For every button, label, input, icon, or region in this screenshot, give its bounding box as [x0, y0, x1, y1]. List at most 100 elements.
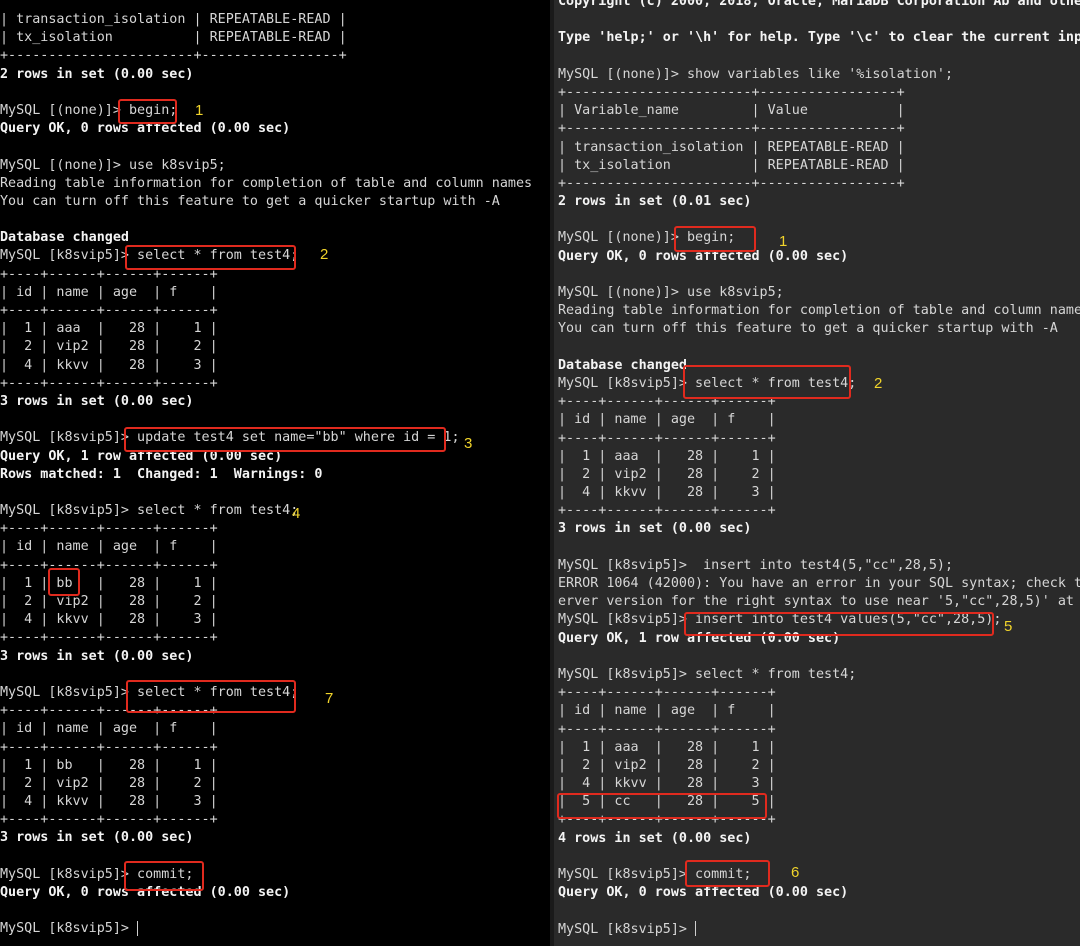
- left-terminal-line: | 2 | vip2 | 28 | 2 |: [0, 594, 218, 609]
- left-terminal-line: 3 rows in set (0.00 sec): [0, 830, 194, 846]
- highlight-commit-right: [685, 860, 770, 887]
- left-terminal-line: +-----------------------+---------------…: [0, 48, 347, 64]
- right-terminal-line: | 4 | kkvv | 28 | 3 |: [558, 776, 776, 792]
- step-label-4-left: 4: [292, 505, 301, 522]
- left-terminal-line: | 4 | kkvv | 28 | 3 |: [0, 794, 218, 810]
- right-terminal-line: 4 rows in set (0.00 sec): [558, 830, 752, 846]
- right-terminal-line: [558, 848, 1080, 866]
- right-terminal-line: MySQL [(none)]> begin;: [558, 230, 736, 246]
- right-terminal-line: [558, 539, 1080, 557]
- text-cursor: [137, 920, 139, 936]
- left-terminal-line: [0, 848, 532, 866]
- left-terminal-pane[interactable]: | transaction_isolation | REPEATABLE-REA…: [0, 0, 550, 946]
- right-terminal-line: 3 rows in set (0.00 sec): [558, 521, 752, 537]
- left-terminal-line: | id | name | age | f |: [0, 284, 218, 300]
- right-terminal-line: Type 'help;' or '\h' for help. Type '\c'…: [558, 30, 1080, 46]
- highlight-select-7-left: [126, 680, 296, 713]
- left-terminal-line: +----+------+------+------+: [0, 303, 218, 318]
- step-label-6-right: 6: [791, 864, 800, 881]
- right-terminal-line: You can turn off this feature to get a q…: [558, 321, 1058, 337]
- right-terminal-line: [558, 266, 1080, 284]
- right-terminal-line: | tx_isolation | REPEATABLE-READ |: [558, 157, 905, 173]
- highlight-update-left: [124, 427, 446, 452]
- right-terminal-line: [558, 211, 1080, 229]
- left-terminal-line: | 2 | vip2 | 28 | 2 |: [0, 775, 218, 791]
- right-terminal-line: MySQL [(none)]> use k8svip5;: [558, 285, 784, 300]
- right-terminal-line: [558, 339, 1080, 357]
- right-terminal-line: +----+------+------+------+: [558, 721, 776, 737]
- left-terminal-line: 3 rows in set (0.00 sec): [0, 648, 194, 664]
- left-terminal-line: | 4 | kkvv | 28 | 3 |: [0, 357, 218, 373]
- right-terminal-line: Copyright (c) 2000, 2018, Oracle, MariaD…: [558, 0, 1080, 9]
- left-terminal-line: +----+------+------+------+: [0, 739, 218, 755]
- left-terminal-line: MySQL [k8svip5]>: [0, 920, 139, 937]
- right-terminal-line: | 2 | vip2 | 28 | 2 |: [558, 466, 776, 482]
- highlight-select-2-right: [683, 365, 851, 399]
- right-terminal-line: MySQL [k8svip5]>: [558, 921, 697, 937]
- left-terminal-line: Query OK, 0 rows affected (0.00 sec): [0, 121, 291, 137]
- right-terminal-line: | 1 | aaa | 28 | 1 |: [558, 448, 776, 464]
- highlight-insert-right: [684, 612, 994, 636]
- left-terminal-output: | transaction_isolation | REPEATABLE-REA…: [0, 11, 532, 939]
- right-terminal-line: erver version for the right syntax to us…: [558, 594, 1080, 610]
- left-terminal-line: [0, 902, 532, 920]
- left-terminal-line: | 1 | aaa | 28 | 1 |: [0, 321, 218, 337]
- right-terminal-line: | 1 | aaa | 28 | 1 |: [558, 739, 776, 755]
- highlight-commit-left: [124, 861, 204, 891]
- highlight-bb-cell: [48, 568, 80, 596]
- step-label-5-right: 5: [1004, 618, 1013, 635]
- highlight-select-2-left: [125, 245, 296, 270]
- left-terminal-line: +----+------+------+------+: [0, 630, 218, 646]
- right-terminal-line: +----+------+------+------+: [558, 685, 776, 701]
- right-terminal-line: +----+------+------+------+: [558, 503, 776, 519]
- left-terminal-line: | id | name | age | f |: [0, 721, 218, 737]
- step-label-1-left: 1: [195, 102, 204, 119]
- right-terminal-line: | transaction_isolation | REPEATABLE-REA…: [558, 139, 905, 155]
- left-terminal-line: | 2 | vip2 | 28 | 2 |: [0, 339, 218, 355]
- highlight-begin-right: [674, 226, 756, 252]
- step-label-2-right: 2: [874, 375, 883, 392]
- step-label-3-left: 3: [464, 435, 473, 452]
- left-terminal-line: MySQL [(none)]> use k8svip5;: [0, 157, 226, 173]
- left-terminal-line: MySQL [k8svip5]> select * from test4;: [0, 503, 299, 519]
- left-terminal-line: | transaction_isolation | REPEATABLE-REA…: [0, 12, 347, 27]
- step-label-2-left: 2: [320, 246, 329, 263]
- highlight-begin-left: [118, 99, 177, 124]
- left-terminal-line: [0, 138, 532, 156]
- right-terminal-line: ERROR 1064 (42000): You have an error in…: [558, 576, 1080, 591]
- left-terminal-line: +----+------+------+------+: [0, 812, 218, 828]
- right-terminal-line: [558, 902, 1080, 920]
- right-terminal-pane[interactable]: Copyright (c) 2000, 2018, Oracle, MariaD…: [554, 0, 1080, 946]
- left-terminal-line: Query OK, 0 rows affected (0.00 sec): [0, 885, 291, 900]
- right-terminal-line: Query OK, 0 rows affected (0.00 sec): [558, 885, 849, 901]
- right-terminal-line: +-----------------------+---------------…: [558, 121, 905, 137]
- left-terminal-line: 2 rows in set (0.00 sec): [0, 66, 194, 82]
- left-terminal-line: | tx_isolation | REPEATABLE-READ |: [0, 30, 347, 46]
- right-terminal-line: [558, 48, 1080, 66]
- right-terminal-line: | 4 | kkvv | 28 | 3 |: [558, 485, 776, 501]
- step-label-1-right: 1: [779, 233, 788, 250]
- right-terminal-line: +----+------+------+------+: [558, 430, 776, 446]
- left-terminal-line: Reading table information for completion…: [0, 175, 533, 191]
- right-terminal-line: | Variable_name | Value |: [558, 103, 905, 119]
- right-terminal-line: MySQL [k8svip5]> insert into test4(5,"cc…: [558, 557, 954, 573]
- right-terminal-line: MySQL [(none)]> show variables like '%is…: [558, 66, 954, 82]
- left-terminal-line: MySQL [k8svip5]> commit;: [0, 866, 194, 882]
- left-terminal-line: You can turn off this feature to get a q…: [0, 193, 500, 209]
- right-terminal-line: | id | name | age | f |: [558, 703, 776, 719]
- left-terminal-line: | 4 | kkvv | 28 | 3 |: [0, 612, 218, 628]
- right-terminal-line: | id | name | age | f |: [558, 412, 776, 428]
- highlight-row-5-right: [557, 793, 767, 819]
- right-terminal-line: Reading table information for completion…: [558, 303, 1080, 319]
- right-terminal-line: +-----------------------+---------------…: [558, 175, 905, 191]
- left-terminal-line: | id | name | age | f |: [0, 539, 218, 555]
- step-label-7-left: 7: [325, 690, 334, 707]
- left-terminal-line: +----+------+------+------+: [0, 521, 218, 537]
- right-terminal-line: MySQL [k8svip5]> commit;: [558, 867, 752, 882]
- right-terminal-line: Query OK, 0 rows affected (0.00 sec): [558, 248, 849, 264]
- text-cursor: [695, 921, 697, 937]
- left-terminal-line: [0, 211, 532, 229]
- right-terminal-line: [558, 648, 1080, 666]
- right-terminal-line: | 2 | vip2 | 28 | 2 |: [558, 757, 776, 773]
- left-terminal-line: [0, 84, 532, 102]
